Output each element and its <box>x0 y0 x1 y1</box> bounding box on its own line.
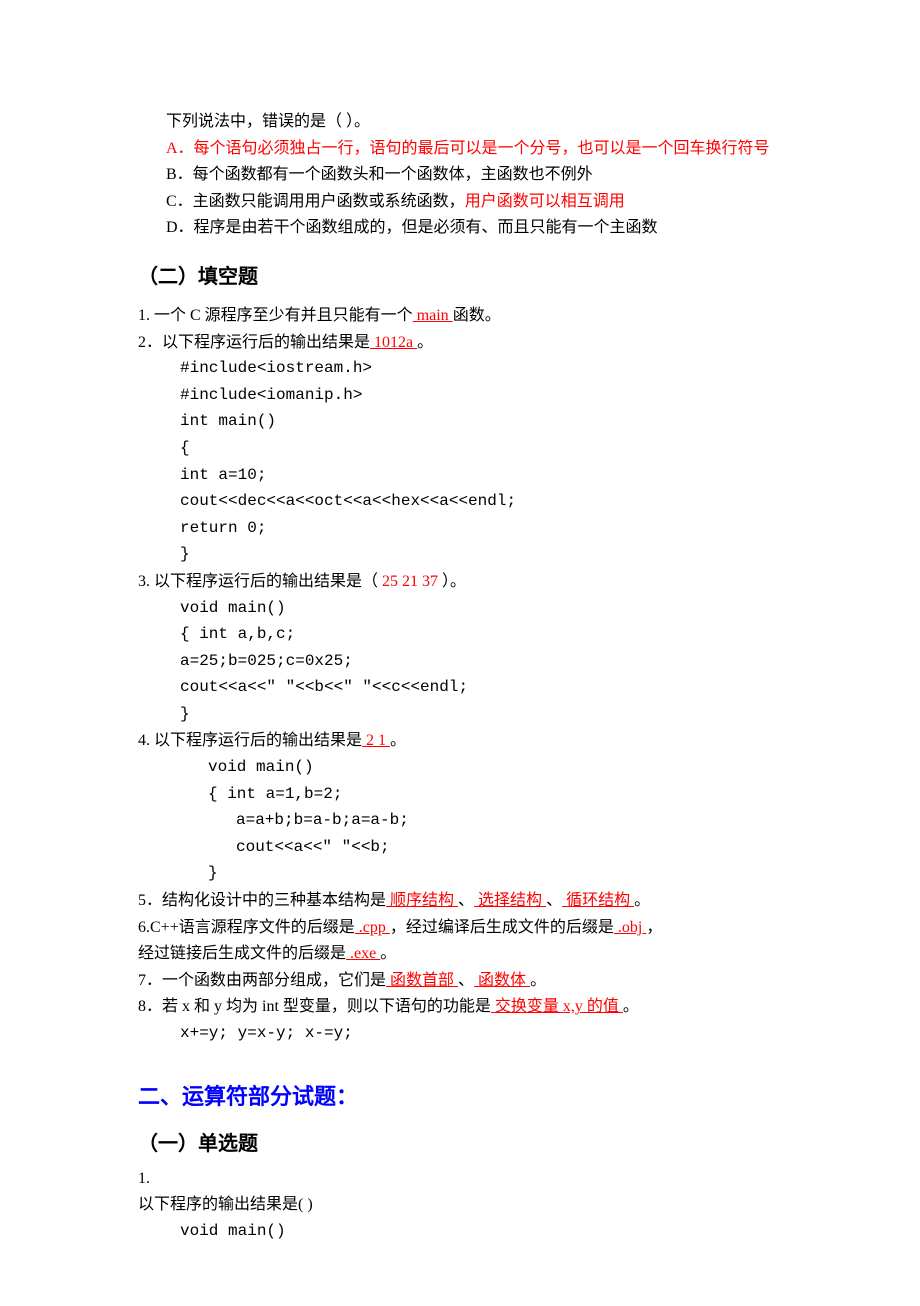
fill-q4-code-3: cout<<a<<" "<<b; <box>138 835 820 861</box>
fill-q4-pre: 4. 以下程序运行后的输出结果是 <box>138 732 362 749</box>
fill-q4-code-0: void main() <box>138 755 820 781</box>
fill-q7-post: 。 <box>530 972 546 989</box>
prev-question-option-a: A．每个语句必须独占一行，语句的最后可以是一个分号，也可以是一个回车换行符号 <box>138 136 820 162</box>
fill-q3-code-4: } <box>138 702 820 728</box>
prev-question-option-d: D．程序是由若干个函数组成的，但是必须有、而且只能有一个主函数 <box>138 215 820 241</box>
fill-q3-post: ）。 <box>442 573 466 590</box>
fill-q5-sep-2: 、 <box>546 892 562 909</box>
fill-q6-mid-1: ，经过编译后生成文件的后缀是 <box>390 919 614 936</box>
fill-q3-code-3: cout<<a<<" "<<b<<" "<<c<<endl; <box>138 675 820 701</box>
mc-q1-number: 1. <box>138 1166 820 1192</box>
prev-question-option-b: B．每个函数都有一个函数头和一个函数体，主函数也不例外 <box>138 162 820 188</box>
option-c-prefix: C．主函数只能调用用户函数或系统函数， <box>166 193 465 210</box>
fill-q2-code-7: } <box>138 542 820 568</box>
mc-q1-stem: 以下程序的输出结果是( ) <box>138 1192 820 1218</box>
fill-q8-post: 。 <box>623 998 639 1015</box>
fill-q2-post: 。 <box>417 334 433 351</box>
single-choice-heading: （一）单选题 <box>138 1128 820 1160</box>
part-2-heading: 二、运算符部分试题： <box>138 1079 820 1114</box>
fill-q2-answer: 1012a <box>370 334 417 351</box>
fill-q2: 2．以下程序运行后的输出结果是 1012a 。 <box>138 330 820 356</box>
fill-q2-code-0: #include<iostream.h> <box>138 356 820 382</box>
fill-q2-code-6: return 0; <box>138 516 820 542</box>
fill-q2-pre: 2．以下程序运行后的输出结果是 <box>138 334 370 351</box>
fill-q7-answer-1: 函数首部 <box>386 972 458 989</box>
fill-q7-sep: 、 <box>458 972 474 989</box>
fill-q6-post-2: 。 <box>380 945 396 962</box>
fill-q5-answer-1: 顺序结构 <box>386 892 458 909</box>
fill-q2-code-2: int main() <box>138 409 820 435</box>
fill-q5-answer-2: 选择结构 <box>474 892 546 909</box>
fill-q7-answer-2: 函数体 <box>474 972 530 989</box>
fill-q4-answer: 2 1 <box>362 732 390 749</box>
fill-q6-line2-pre: 经过链接后生成文件的后缀是 <box>138 945 346 962</box>
fill-q2-code-5: cout<<dec<<a<<oct<<a<<hex<<a<<endl; <box>138 489 820 515</box>
fill-q5: 5．结构化设计中的三种基本结构是 顺序结构 、 选择结构 、 循环结构 。 <box>138 888 820 914</box>
fill-q6-pre: 6.C++语言源程序文件的后缀是 <box>138 919 355 936</box>
fill-q6-answer-1: .cpp <box>355 919 390 936</box>
prev-question-option-c: C．主函数只能调用用户函数或系统函数，用户函数可以相互调用 <box>138 189 820 215</box>
fill-q3-pre: 3. 以下程序运行后的输出结果是（ <box>138 573 378 590</box>
fill-q6-line2: 经过链接后生成文件的后缀是 .exe 。 <box>138 941 820 967</box>
fill-q2-code-4: int a=10; <box>138 463 820 489</box>
fill-q3-code-1: { int a,b,c; <box>138 622 820 648</box>
fill-q8-code: x+=y; y=x-y; x-=y; <box>138 1021 820 1047</box>
fill-q8: 8．若 x 和 y 均为 int 型变量，则以下语句的功能是 交换变量 x,y … <box>138 994 820 1020</box>
fill-q1-pre: 1. 一个 C 源程序至少有并且只能有一个 <box>138 307 413 324</box>
fill-q2-code-1: #include<iomanip.h> <box>138 383 820 409</box>
option-c-answer: 用户函数可以相互调用 <box>465 193 625 210</box>
document-page: 下列说法中，错误的是（ ）。 A．每个语句必须独占一行，语句的最后可以是一个分号… <box>0 0 920 1306</box>
fill-q4-code-1: { int a=1,b=2; <box>138 782 820 808</box>
fill-q5-post: 。 <box>634 892 650 909</box>
fill-q1: 1. 一个 C 源程序至少有并且只能有一个 main 函数。 <box>138 303 820 329</box>
fill-q6-post-1: ， <box>646 919 662 936</box>
fill-q4: 4. 以下程序运行后的输出结果是 2 1 。 <box>138 728 820 754</box>
fill-q5-pre: 5．结构化设计中的三种基本结构是 <box>138 892 386 909</box>
mc-q1-code: void main() <box>138 1219 820 1245</box>
fill-q1-post: 函数。 <box>453 307 501 324</box>
fill-q6-line1: 6.C++语言源程序文件的后缀是 .cpp ，经过编译后生成文件的后缀是 .ob… <box>138 915 820 941</box>
fill-q6-answer-3: .exe <box>346 945 380 962</box>
prev-question-stem: 下列说法中，错误的是（ ）。 <box>138 109 820 135</box>
fill-q4-code-4: } <box>138 861 820 887</box>
fill-q5-sep-1: 、 <box>458 892 474 909</box>
fill-q4-code-2: a=a+b;b=a-b;a=a-b; <box>138 808 820 834</box>
fill-q3-code-2: a=25;b=025;c=0x25; <box>138 649 820 675</box>
fill-q8-pre: 8．若 x 和 y 均为 int 型变量，则以下语句的功能是 <box>138 998 491 1015</box>
fill-q6-answer-2: .obj <box>614 919 646 936</box>
fill-q3-answer: 25 21 37 <box>378 573 442 590</box>
fill-q4-post: 。 <box>390 732 406 749</box>
fill-q7: 7．一个函数由两部分组成，它们是 函数首部 、 函数体 。 <box>138 968 820 994</box>
fill-q5-answer-3: 循环结构 <box>562 892 634 909</box>
fill-q1-answer: main <box>413 307 453 324</box>
fill-q2-code-3: { <box>138 436 820 462</box>
fill-q8-answer: 交换变量 x,y 的值 <box>491 998 623 1015</box>
fill-blank-heading: （二）填空题 <box>138 261 820 293</box>
fill-q7-pre: 7．一个函数由两部分组成，它们是 <box>138 972 386 989</box>
fill-q3-code-0: void main() <box>138 596 820 622</box>
fill-q3: 3. 以下程序运行后的输出结果是（ 25 21 37 ）。 <box>138 569 820 595</box>
